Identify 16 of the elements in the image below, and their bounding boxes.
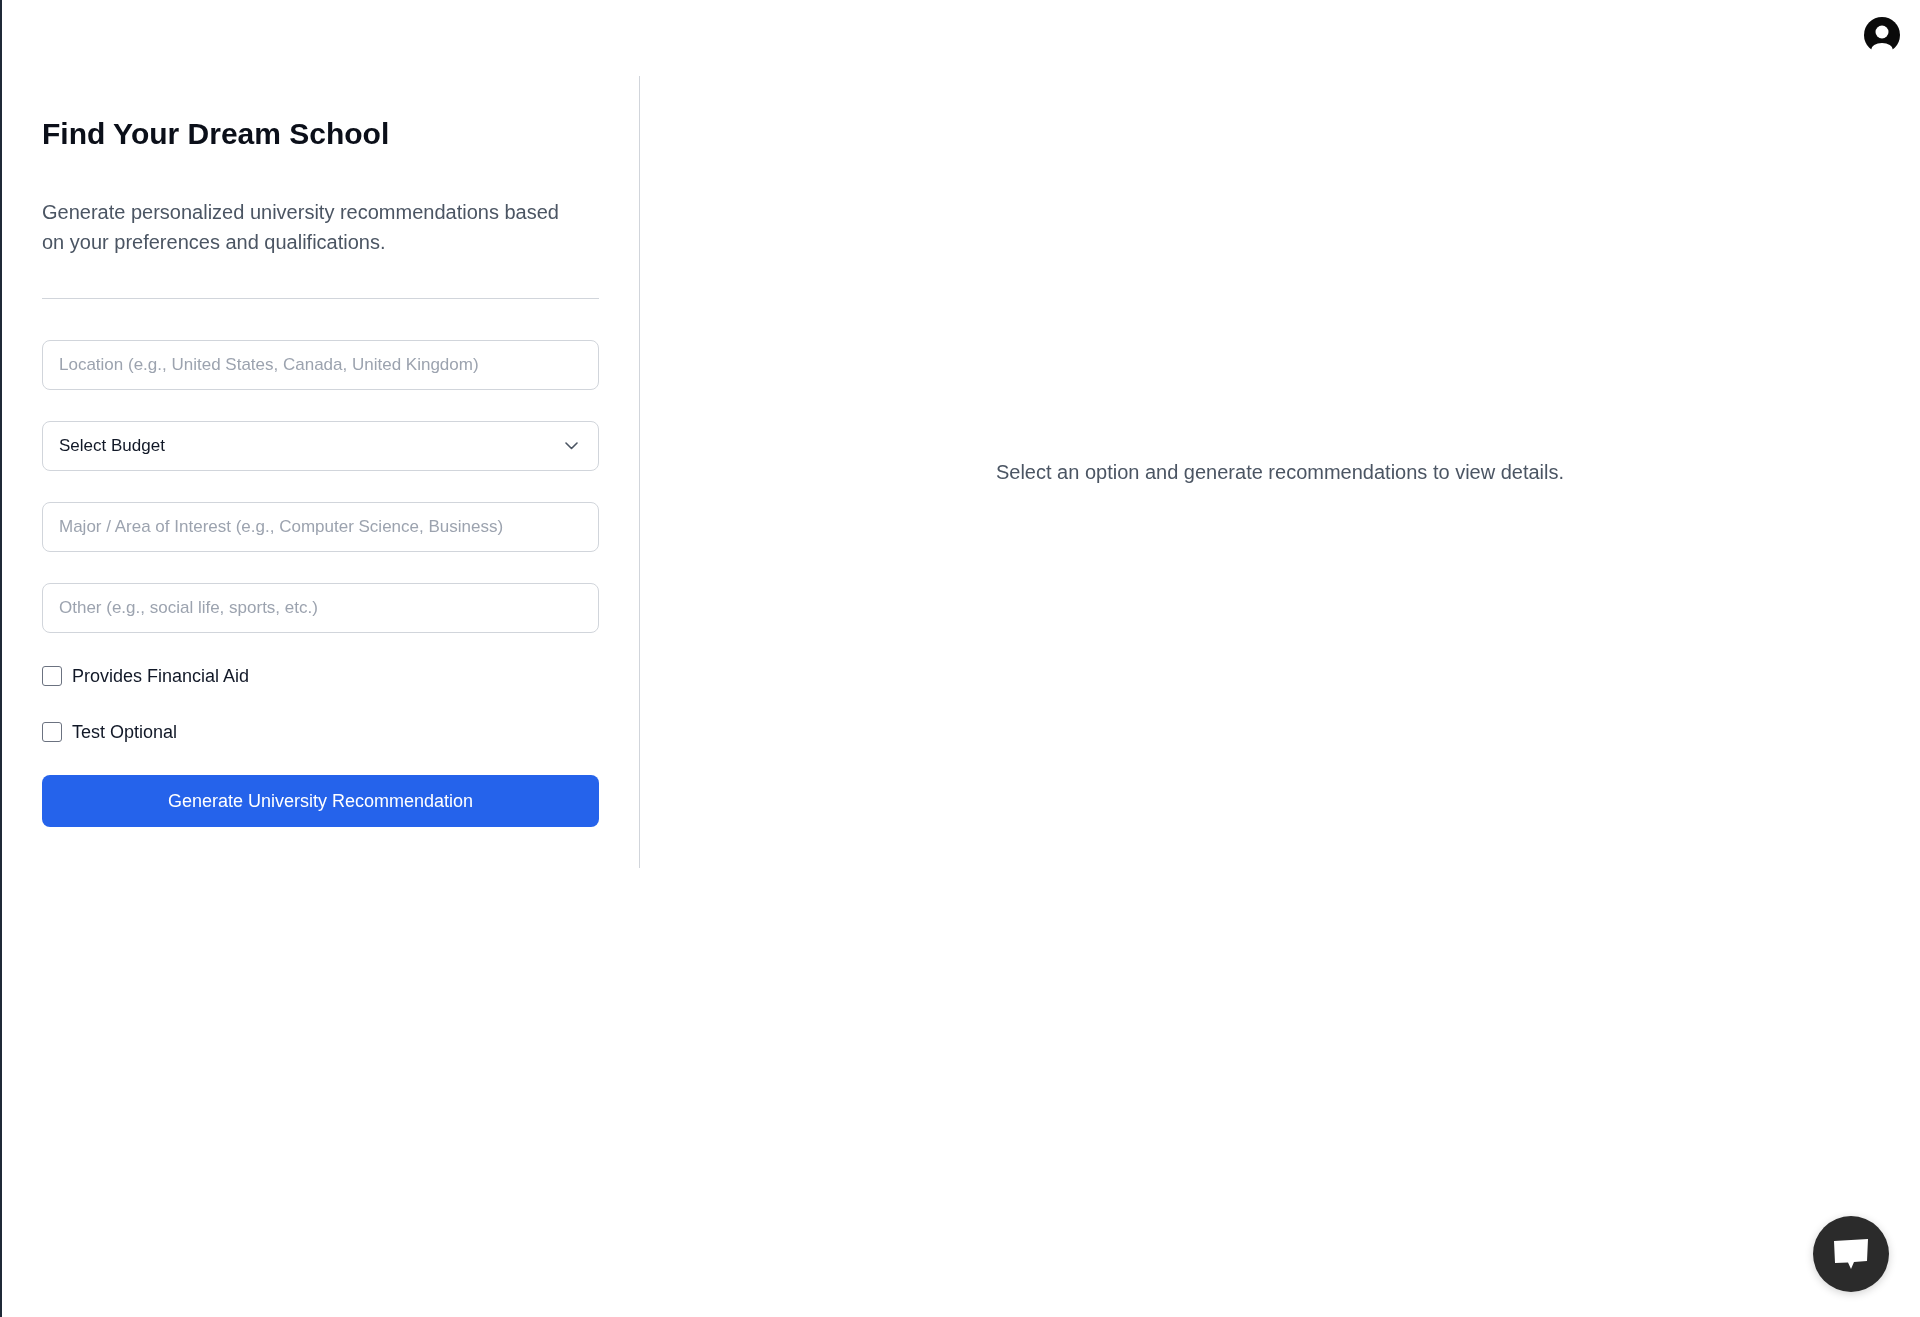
checkbox-label: Provides Financial Aid [72, 665, 250, 687]
checkbox[interactable] [42, 722, 62, 742]
checkbox-label: Test Optional [72, 721, 178, 743]
chat-button[interactable] [1813, 1216, 1889, 1292]
text-input-field[interactable]: Other (e.g., social life, sports, etc.) [42, 583, 599, 633]
text-input-field[interactable]: Location (e.g., United States, Canada, United Kingdom) [42, 340, 599, 390]
empty-state-message: Select an option and generate recommendations to view details. [995, 460, 1565, 485]
form-description: Generate personalized university recommendations based on your preferences and qualifications. [42, 200, 560, 255]
dropdown-select[interactable]: Select Budget [42, 421, 599, 471]
checkbox[interactable] [42, 666, 62, 686]
generate-button[interactable]: Generate University Recommendation [42, 775, 599, 827]
form-title: Find Your Dream School [42, 116, 391, 152]
user-avatar-icon[interactable] [1864, 17, 1900, 53]
speech-bubble-icon [1834, 1239, 1868, 1269]
chevron-down-icon [565, 442, 578, 450]
text-input-field[interactable]: Major / Area of Interest (e.g., Computer Science, Business) [42, 502, 599, 552]
